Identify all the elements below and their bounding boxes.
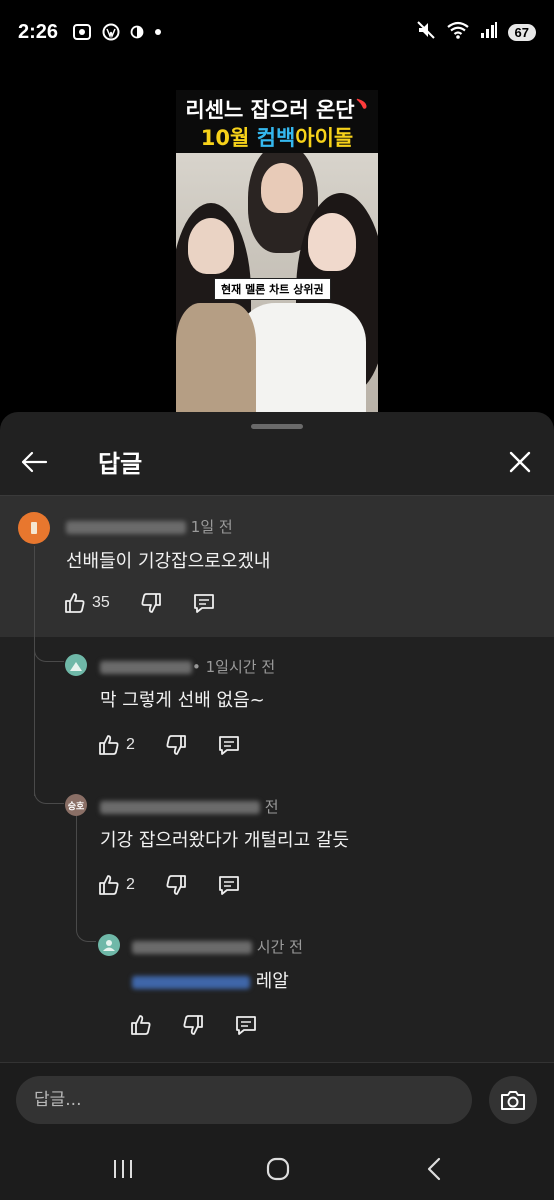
comment-actions: 35 bbox=[64, 592, 246, 614]
thumbs-down-icon bbox=[183, 1015, 203, 1035]
video-frame: 현재 멜론 차트 상위권 bbox=[176, 153, 378, 413]
person-face bbox=[308, 213, 356, 271]
comment-icon bbox=[193, 594, 214, 613]
accent-mark-icon: ﹅ bbox=[354, 97, 369, 113]
camera-button[interactable] bbox=[489, 1076, 537, 1124]
back-button[interactable] bbox=[18, 446, 50, 478]
dislike-button[interactable] bbox=[182, 1014, 204, 1036]
mention-tag[interactable] bbox=[132, 975, 250, 989]
mute-icon bbox=[416, 20, 436, 45]
like-count: 2 bbox=[126, 876, 135, 893]
person-face bbox=[261, 163, 303, 213]
avatar-glyph-icon bbox=[103, 940, 115, 951]
comment-author[interactable]: 전 bbox=[100, 796, 279, 817]
comment-icon bbox=[236, 1016, 256, 1035]
avatar-glyph-icon bbox=[70, 662, 82, 671]
dislike-button[interactable] bbox=[165, 874, 187, 896]
system-nav-bar bbox=[0, 1136, 554, 1200]
status-bar: 2:26 67 bbox=[0, 0, 554, 64]
comment-author[interactable]: 시간 전 bbox=[132, 936, 303, 957]
avatar-glyph-icon bbox=[31, 522, 37, 534]
reply-button[interactable] bbox=[234, 1014, 258, 1036]
wordpress-icon bbox=[102, 23, 120, 41]
like-count: 2 bbox=[126, 736, 135, 753]
recents-icon bbox=[114, 1160, 132, 1178]
user-avatar[interactable]: 승호 bbox=[65, 794, 87, 816]
person-face bbox=[188, 218, 234, 274]
comment-icon bbox=[219, 736, 239, 755]
video-caption: 현재 멜론 차트 상위권 bbox=[214, 278, 331, 300]
reply-composer bbox=[0, 1062, 554, 1136]
back-chevron-icon bbox=[427, 1157, 441, 1181]
like-button[interactable] bbox=[130, 1014, 152, 1036]
comment-text: 레알 bbox=[132, 967, 289, 993]
video-player[interactable]: 리센느 잡으러 온단﹅ 10월 컴백아이돌 현재 멜론 차트 상위권 bbox=[176, 90, 378, 413]
drag-handle[interactable] bbox=[251, 424, 303, 429]
wifi-icon bbox=[446, 20, 470, 45]
back-nav-button[interactable] bbox=[420, 1154, 450, 1184]
user-avatar[interactable] bbox=[65, 654, 87, 676]
thread-line bbox=[34, 546, 35, 796]
reply-input[interactable] bbox=[16, 1076, 472, 1124]
home-button[interactable] bbox=[263, 1154, 293, 1184]
comment-author[interactable]: • 1일시간 전 bbox=[100, 656, 275, 677]
thread-line bbox=[76, 816, 77, 926]
thread-connector bbox=[76, 922, 96, 942]
comment-author[interactable]: 1일 전 bbox=[66, 516, 233, 537]
back-arrow-icon bbox=[21, 451, 48, 473]
video-title-line2: 10월 컴백아이돌 bbox=[200, 126, 354, 150]
like-count: 35 bbox=[92, 594, 110, 611]
user-avatar[interactable] bbox=[98, 934, 120, 956]
home-icon bbox=[266, 1157, 290, 1181]
reply-button[interactable] bbox=[217, 874, 241, 896]
dislike-button[interactable] bbox=[140, 592, 162, 614]
thumbs-up-icon bbox=[131, 1015, 151, 1035]
comment-text: 막 그렇게 선배 없음~ bbox=[100, 690, 265, 711]
like-button[interactable]: 2 bbox=[98, 874, 135, 896]
thumbs-up-icon bbox=[99, 875, 119, 895]
recents-button[interactable] bbox=[108, 1154, 138, 1184]
reply-button[interactable] bbox=[192, 592, 216, 614]
person-body bbox=[176, 303, 256, 413]
comment-actions: 2 bbox=[98, 874, 271, 896]
thumbs-down-icon bbox=[166, 735, 186, 755]
reply-button[interactable] bbox=[217, 734, 241, 756]
contrast-icon bbox=[130, 25, 144, 39]
like-button[interactable]: 2 bbox=[98, 734, 135, 756]
thumbs-down-icon bbox=[166, 875, 186, 895]
comment-icon bbox=[219, 876, 239, 895]
dislike-button[interactable] bbox=[165, 734, 187, 756]
comment-actions: 2 bbox=[98, 734, 271, 756]
comment-actions bbox=[130, 1014, 288, 1036]
dot-icon bbox=[154, 28, 162, 36]
comment-text: 선배들이 기강잡으로오겠내 bbox=[66, 551, 271, 572]
thread-connector bbox=[34, 642, 64, 662]
sheet-title: 답글 bbox=[98, 450, 143, 478]
thumbs-down-icon bbox=[141, 593, 161, 613]
thumbs-up-icon bbox=[65, 593, 85, 613]
avatar-label: 승호 bbox=[67, 801, 85, 812]
comment-text: 기강 잡으러왔다가 개털리고 갈듯 bbox=[100, 830, 350, 851]
close-button[interactable] bbox=[504, 446, 536, 478]
screenshot-icon bbox=[72, 23, 92, 41]
sheet-header: 답글 bbox=[0, 436, 554, 494]
close-icon bbox=[509, 451, 531, 473]
status-time: 2:26 bbox=[18, 20, 59, 43]
signal-icon bbox=[480, 21, 498, 44]
battery-indicator: 67 bbox=[507, 23, 536, 41]
like-button[interactable]: 35 bbox=[64, 592, 110, 614]
thumbs-up-icon bbox=[99, 735, 119, 755]
user-avatar[interactable] bbox=[18, 512, 50, 544]
camera-icon bbox=[501, 1091, 525, 1110]
video-title-line1: 리센느 잡으러 온단﹅ bbox=[185, 97, 369, 122]
thread-connector bbox=[34, 782, 64, 804]
